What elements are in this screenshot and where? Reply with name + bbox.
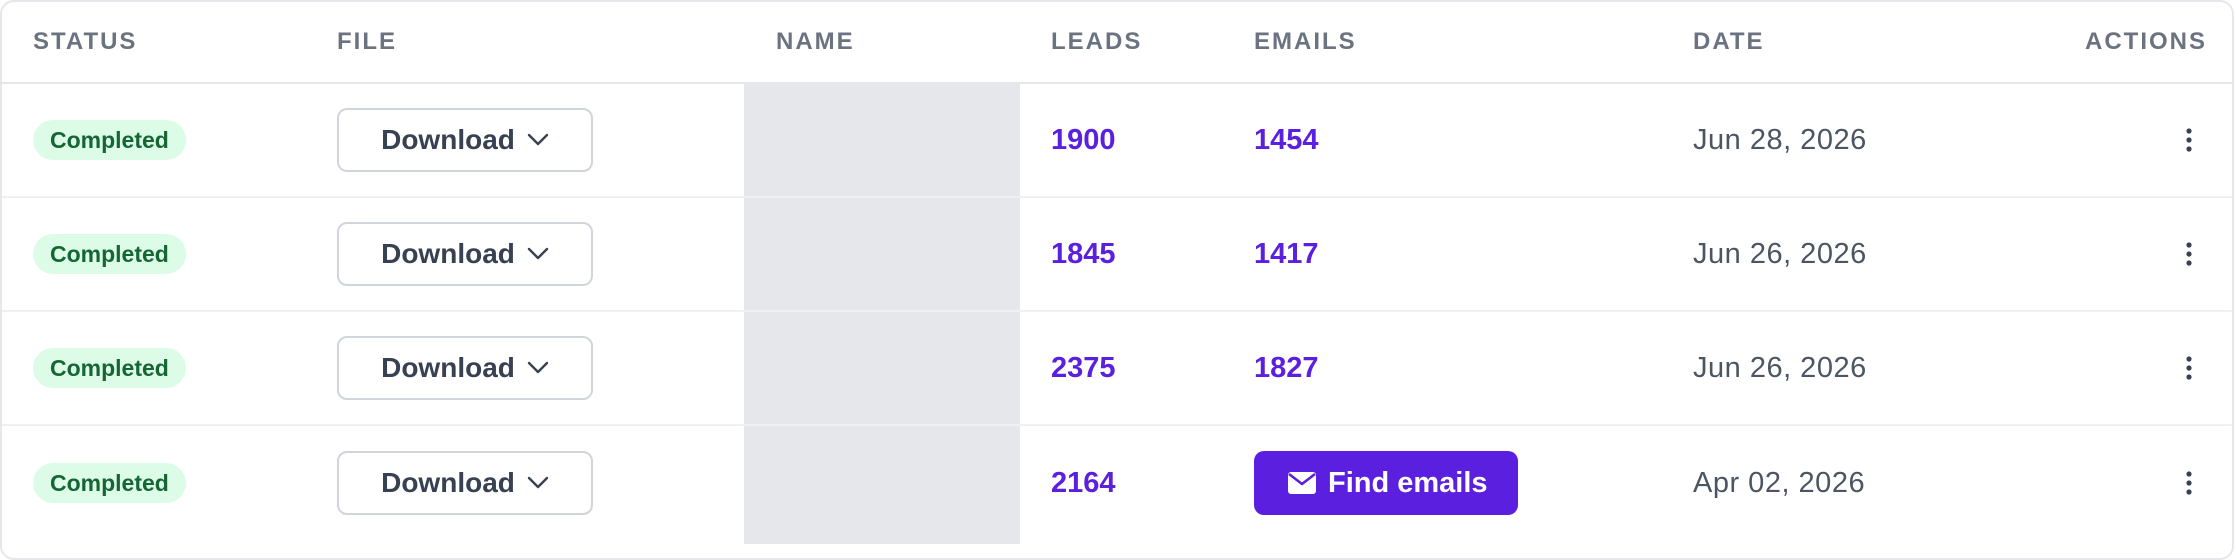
header-emails: EMAILS [1254,28,1357,55]
leads-count-link[interactable]: 2375 [1051,352,1116,385]
download-dropdown-button[interactable]: Download [337,336,593,400]
table-row: Completed Download 1845 1417 Jun 26, 202… [2,198,2232,312]
status-badge: Completed [33,234,186,274]
kebab-menu-icon [2186,471,2192,495]
date-text: Jun 28, 2026 [1693,123,1867,156]
kebab-menu-icon [2186,128,2192,152]
status-badge: Completed [33,120,186,160]
kebab-menu-icon [2186,242,2192,266]
chevron-down-icon [527,476,549,489]
exports-table: STATUS FILE NAME LEADS EMAILS DATE ACTIO… [0,0,2234,560]
chevron-down-icon [527,133,549,146]
header-status: STATUS [33,28,138,55]
find-emails-button[interactable]: Find emails [1254,451,1518,515]
download-dropdown-button[interactable]: Download [337,108,593,172]
leads-count-link[interactable]: 1900 [1051,124,1116,157]
emails-count-link[interactable]: 1417 [1254,238,1319,271]
table-row: Completed Download 1900 1454 Jun 28, 202… [2,84,2232,198]
download-label: Download [381,352,515,383]
header-date: DATE [1693,28,1765,55]
header-actions: ACTIONS [2085,28,2207,55]
status-badge: Completed [33,463,186,503]
status-badge: Completed [33,348,186,388]
chevron-down-icon [527,361,549,374]
leads-count-link[interactable]: 2164 [1051,467,1116,500]
download-label: Download [381,238,515,269]
date-text: Jun 26, 2026 [1693,351,1867,384]
find-emails-label: Find emails [1328,466,1488,499]
download-label: Download [381,467,515,498]
emails-count-link[interactable]: 1827 [1254,352,1319,385]
envelope-icon [1288,472,1316,494]
row-actions-button[interactable] [2171,465,2207,501]
download-dropdown-button[interactable]: Download [337,222,593,286]
header-leads: LEADS [1051,28,1143,55]
row-actions-button[interactable] [2171,122,2207,158]
download-label: Download [381,124,515,155]
chevron-down-icon [527,247,549,260]
table-header: STATUS FILE NAME LEADS EMAILS DATE ACTIO… [2,2,2232,84]
header-file: FILE [337,28,397,55]
date-text: Apr 02, 2026 [1693,466,1866,499]
date-text: Jun 26, 2026 [1693,237,1867,270]
download-dropdown-button[interactable]: Download [337,451,593,515]
row-actions-button[interactable] [2171,350,2207,386]
emails-count-link[interactable]: 1454 [1254,124,1319,157]
header-name: NAME [776,28,855,55]
leads-count-link[interactable]: 1845 [1051,238,1116,271]
row-actions-button[interactable] [2171,236,2207,272]
table-row: Completed Download 2375 1827 Jun 26, 202… [2,312,2232,426]
table-row: Completed Download 2164 Find emails Apr … [2,426,2232,540]
kebab-menu-icon [2186,356,2192,380]
